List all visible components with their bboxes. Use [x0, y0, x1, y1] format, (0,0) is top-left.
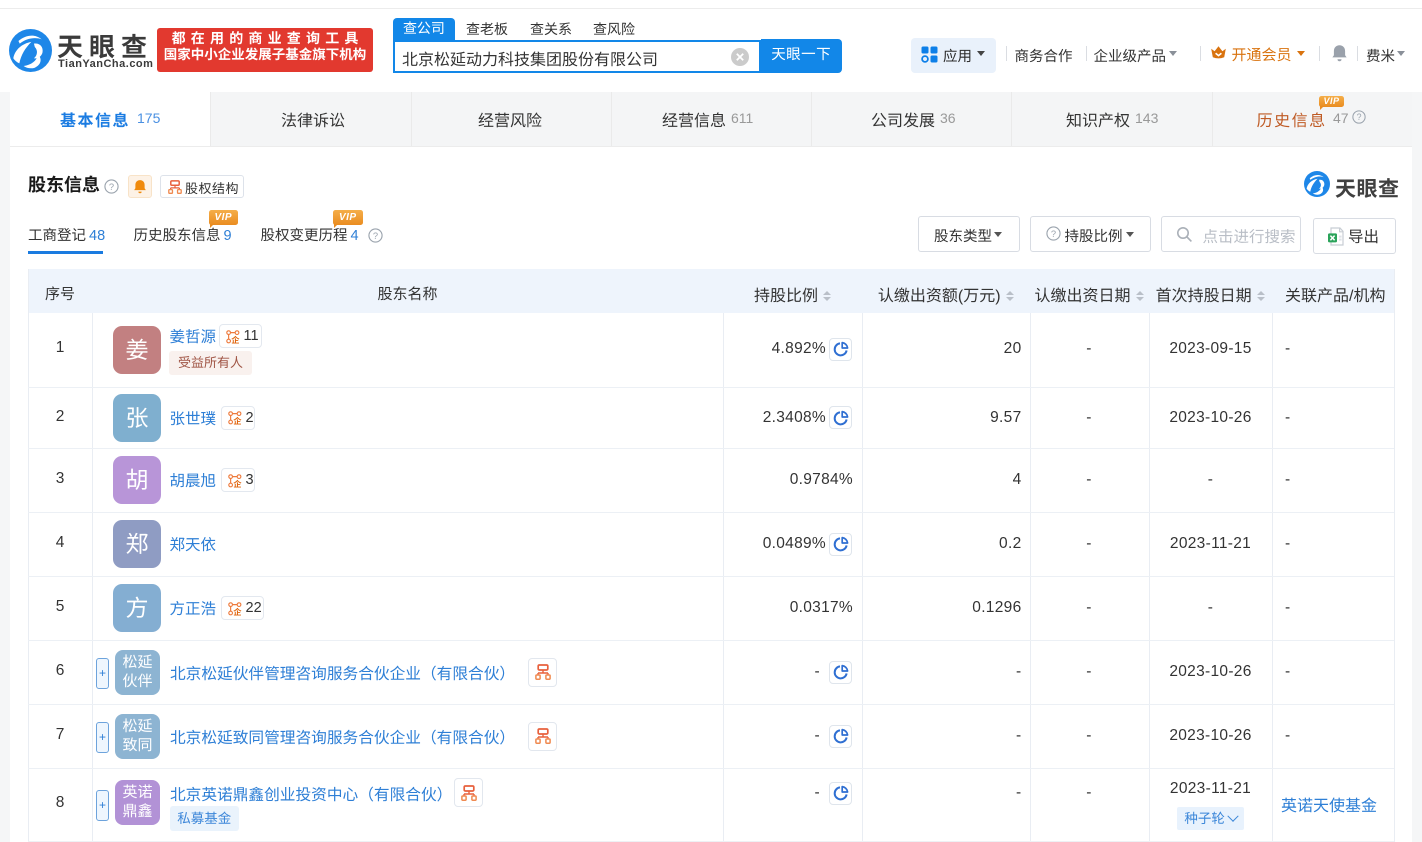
svg-text:企: 企: [233, 478, 242, 488]
svg-text:?: ?: [1050, 229, 1055, 239]
svg-text:企: 企: [231, 334, 240, 344]
svg-text:?: ?: [108, 181, 113, 191]
svg-text:?: ?: [1357, 112, 1362, 122]
svg-text:?: ?: [373, 231, 378, 241]
svg-text:企: 企: [233, 415, 242, 425]
svg-text:企: 企: [233, 606, 242, 616]
